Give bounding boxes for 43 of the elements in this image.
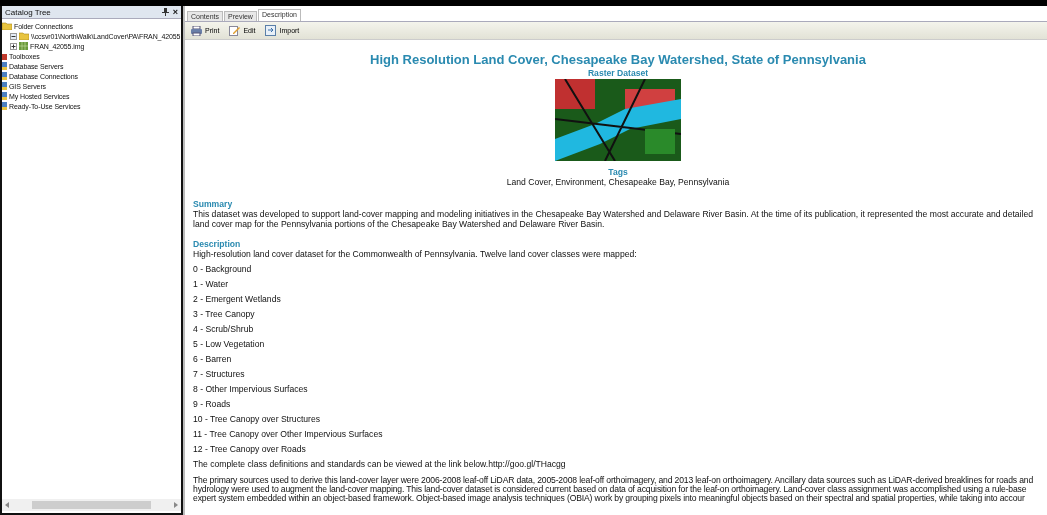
class-item: 4 - Scrub/Shrub [193, 325, 254, 334]
class-item: 0 - Background [193, 265, 252, 274]
scroll-left-button[interactable] [5, 502, 9, 508]
close-button[interactable]: × [172, 7, 178, 17]
summary-text: This dataset was developed to support land-cover mapping and modeling initiatives in the Chesapeake Bay Watershed and Delaware River Basin. At the time of its publication, it represented the most accurate and detailed land cover map for the Pennsylvania portions of the Chesapeake Bay Watershed and Delaware River Basin. [193, 209, 1034, 229]
class-item: 8 - Other Impervious Surfaces [193, 385, 308, 394]
class-item: 12 - Tree Canopy over Roads [193, 445, 306, 454]
sources-text-line: The primary sources used to derive this land-cover layer were 2006-2008 leaf-off LiDAR data, 2005-2008 leaf-off orthoimagery, and 2013 leaf-on orthoimagery. Ancillary data sources such as LiDAR-derived breaklines for roads and [193, 476, 1034, 485]
scroll-right-button[interactable] [174, 502, 178, 508]
expand-toggle[interactable] [10, 32, 17, 40]
server-icon [2, 62, 7, 70]
class-item: 6 - Barren [193, 355, 232, 364]
class-item: 5 - Low Vegetation [193, 340, 265, 349]
server-icon [2, 82, 7, 90]
description-text: High-resolution land cover dataset for the Commonwealth of Pennsylvania. Twelve land cover classes were mapped: [193, 249, 638, 259]
class-item: 2 - Emergent Wetlands [193, 295, 281, 304]
tags-text: Land Cover, Environment, Chesapeake Bay, Pennsylvania [506, 177, 730, 187]
panel-title: Catalog Tree [5, 7, 51, 17]
server-icon [2, 72, 7, 80]
printer-icon [191, 25, 202, 36]
link-note: The complete class definitions and standards can be viewed at the link below.http://goo.gl/THacgg [193, 460, 566, 469]
document-title: High Resolution Land Cover, Chesapeake Bay Watershed, State of Pennsylvania [369, 52, 867, 67]
raster-icon [19, 42, 28, 50]
class-item: 3 - Tree Canopy [193, 310, 255, 319]
scrollbar-thumb[interactable] [32, 501, 151, 509]
sources-text-line: hydrology were used to augment the land-cover mapping. This land-cover dataset is considered current based on data of acquisition for the leaf-on orthoimagery. Land-cover class assignment was accomplished using a rule-base [193, 485, 1027, 494]
class-item: 1 - Water [193, 280, 229, 289]
server-icon [2, 92, 7, 100]
summary-heading: Summary [193, 199, 233, 209]
description-heading: Description [193, 239, 241, 249]
tags-heading: Tags [608, 167, 628, 177]
class-item: 10 - Tree Canopy over Structures [193, 415, 321, 424]
class-item: 7 - Structures [193, 370, 245, 379]
dataset-type: Raster Dataset [587, 68, 649, 78]
class-item: 11 - Tree Canopy over Other Impervious Surfaces [193, 430, 383, 439]
class-item: 9 - Roads [193, 400, 231, 409]
pencil-icon [229, 25, 241, 36]
pin-icon[interactable] [161, 8, 169, 16]
expand-toggle[interactable] [10, 42, 17, 50]
server-icon [2, 102, 7, 110]
toolbox-icon [2, 52, 7, 60]
sources-text-line: expert system embedded within an object-based framework. Object-based image analysis techniques (OBIA) work by grouping pixels into meaningful objects based on their spectral and spatial properties, while taking into accour [193, 494, 1025, 503]
import-icon [265, 25, 277, 36]
